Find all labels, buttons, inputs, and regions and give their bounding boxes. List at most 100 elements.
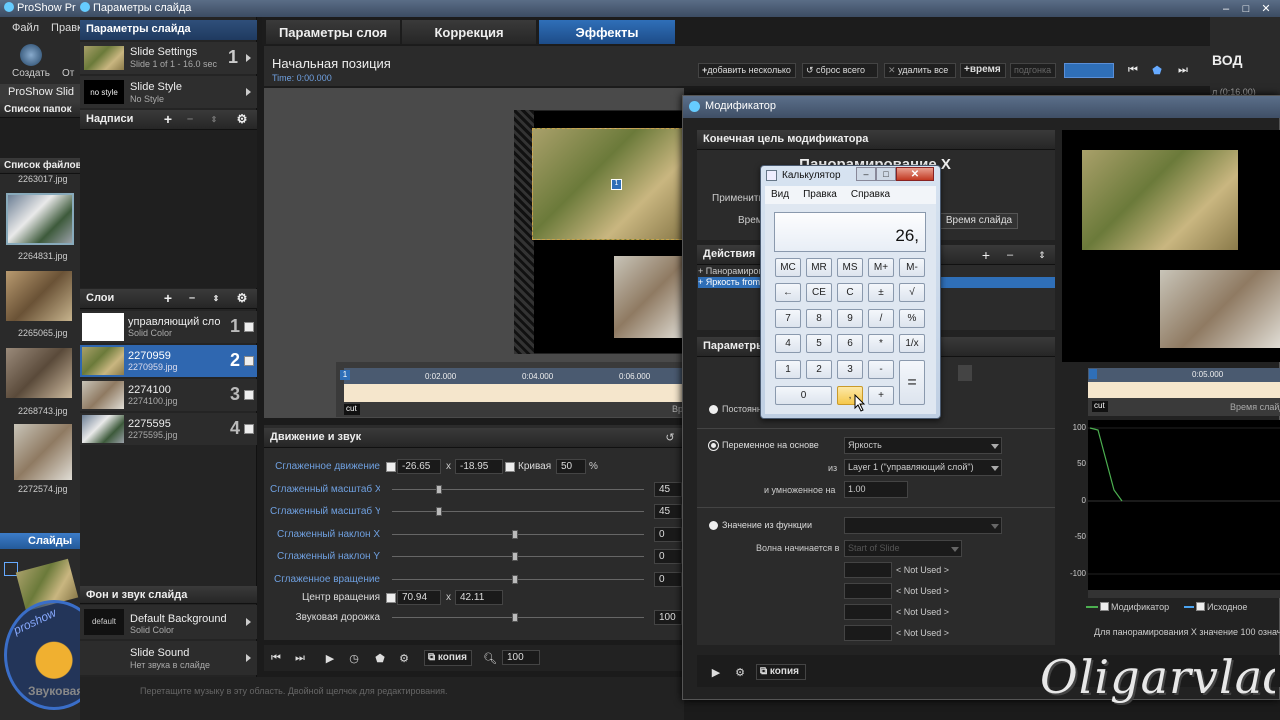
scale-y-input[interactable]: 45 (654, 504, 682, 519)
close-button[interactable]: ✕ (1258, 0, 1274, 17)
scale-x-input[interactable]: 45 (654, 482, 682, 497)
remove-action-button[interactable]: – (1002, 247, 1018, 263)
rotate-knob[interactable] (512, 575, 518, 584)
function-param-input[interactable] (844, 604, 892, 620)
time-button[interactable]: +время (960, 63, 1006, 78)
layer-item-1[interactable]: управляющий слой Solid Color 1 (80, 311, 257, 343)
action-item[interactable]: + Яркость from (698, 277, 768, 288)
menu-edit[interactable]: Правка (51, 22, 80, 36)
calc-key-4[interactable]: 4 (775, 334, 801, 353)
skip-end-icon[interactable]: ⏭ (292, 650, 308, 666)
variable-select[interactable]: Яркость (844, 437, 1002, 454)
add-caption-button[interactable]: + (160, 111, 176, 127)
function-select[interactable] (844, 517, 1002, 534)
layer-visible-checkbox[interactable] (244, 424, 254, 434)
wave-select[interactable]: Start of Slide (844, 540, 962, 557)
action-item[interactable]: + Панорамиров (698, 266, 768, 277)
calc-key-ce[interactable]: CE (806, 283, 832, 302)
gear-icon[interactable]: ⚙ (234, 291, 250, 305)
skip-start-icon[interactable]: ⏮ (268, 650, 284, 666)
calc-key-0[interactable]: 0 (775, 386, 832, 405)
calc-key-reciprocal[interactable]: 1/x (899, 334, 925, 353)
sound-knob[interactable] (512, 613, 518, 622)
pos-y-checkbox[interactable] (505, 462, 515, 472)
calc-key-3[interactable]: 3 (837, 360, 863, 379)
reorder-caption-icon[interactable]: ⇕ (206, 112, 222, 126)
layer-visible-checkbox[interactable] (244, 356, 254, 366)
layer-item-3[interactable]: 2274100 2274100.jpg 3 (80, 379, 257, 411)
constant-radio[interactable] (709, 405, 718, 414)
calc-key-mc[interactable]: MC (775, 258, 801, 277)
calc-key-9[interactable]: 9 (837, 309, 863, 328)
tilt-y-slider[interactable] (392, 556, 644, 557)
calc-key-percent[interactable]: % (899, 309, 925, 328)
play-icon[interactable]: ▶ (708, 664, 724, 680)
layer-item-2[interactable]: 2270959 2270959.jpg 2 (80, 345, 257, 377)
scale-x-knob[interactable] (436, 485, 442, 494)
calc-key-backspace[interactable]: ← (775, 283, 801, 302)
modifier-copy-button[interactable]: ⧉ копия (756, 664, 806, 680)
file-thumb-2265065[interactable] (6, 271, 72, 321)
reorder-action-icon[interactable]: ⇕ (1034, 247, 1050, 263)
reorder-layer-icon[interactable]: ⇕ (208, 291, 224, 305)
scale-y-slider[interactable] (392, 511, 644, 512)
tilt-x-slider[interactable] (392, 534, 644, 535)
file-thumb-2272574[interactable] (14, 424, 72, 480)
layer-visible-checkbox[interactable] (244, 322, 254, 332)
pos-x-input[interactable]: -26.65 (397, 459, 441, 474)
gear-icon[interactable]: ⚙ (234, 112, 250, 126)
zoom-input[interactable]: 100 (502, 650, 540, 665)
play-icon[interactable]: ▶ (322, 650, 338, 666)
legend-source-checkbox[interactable] (1196, 602, 1205, 611)
center-checkbox[interactable] (386, 593, 396, 603)
rotate-input[interactable]: 0 (654, 572, 682, 587)
calc-key-plus[interactable]: + (868, 386, 894, 405)
calc-key-c[interactable]: C (837, 283, 863, 302)
delete-all-button[interactable]: ✕ удалить все (884, 63, 956, 78)
tab-correction[interactable]: Коррекция (402, 20, 536, 44)
function-radio[interactable] (709, 521, 718, 530)
output-label[interactable]: ВОД (1212, 52, 1280, 68)
calc-key-5[interactable]: 5 (806, 334, 832, 353)
tab-layer-params[interactable]: Параметры слоя (266, 20, 400, 44)
rotate-slider[interactable] (392, 579, 644, 580)
file-thumb-2264831[interactable] (6, 193, 74, 245)
next-keyframe-icon[interactable]: ⏭ (1174, 62, 1192, 78)
gear-icon[interactable]: ⚙ (396, 650, 412, 666)
calc-key-negate[interactable]: ± (868, 283, 894, 302)
function-param-input[interactable] (844, 583, 892, 599)
graph-scrollbar[interactable] (1088, 590, 1280, 598)
folders-list[interactable] (0, 118, 80, 158)
tab-effects[interactable]: Эффекты (539, 20, 675, 44)
modifier-track[interactable] (1088, 382, 1280, 398)
calc-key-6[interactable]: 6 (837, 334, 863, 353)
calc-key-mr[interactable]: MR (806, 258, 832, 277)
calc-key-ms[interactable]: MS (837, 258, 863, 277)
scale-x-slider[interactable] (392, 489, 644, 490)
view-toggle[interactable] (1064, 63, 1114, 78)
slide-style-item[interactable]: no style Slide Style No Style (80, 76, 257, 108)
layer-center-marker[interactable]: 1 (611, 179, 622, 190)
calc-minimize-button[interactable]: – (856, 167, 876, 181)
remove-caption-button[interactable]: – (182, 112, 198, 126)
timeline-marker[interactable]: 1 (340, 370, 350, 380)
slide-settings-item[interactable]: Slide Settings Slide 1 of 1 - 16.0 sec 1 (80, 42, 257, 74)
layer-preview-bird[interactable] (532, 128, 684, 240)
add-layer-button[interactable]: + (160, 290, 176, 306)
slide-time-button[interactable]: Время слайда (940, 213, 1018, 229)
calc-key-divide[interactable]: / (868, 309, 894, 328)
calc-key-multiply[interactable]: * (868, 334, 894, 353)
marker-icon[interactable]: ⬟ (372, 650, 388, 666)
keyframe-marker-icon[interactable]: ⬟ (1148, 62, 1166, 78)
taskbar-app-proshow[interactable]: ProShow Pro (4, 2, 76, 16)
captions-list[interactable] (80, 130, 257, 288)
tilt-x-input[interactable]: 0 (654, 527, 682, 542)
calc-key-8[interactable]: 8 (806, 309, 832, 328)
calc-key-1[interactable]: 1 (775, 360, 801, 379)
legend-modifier-checkbox[interactable] (1100, 602, 1109, 611)
layer-visible-checkbox[interactable] (244, 390, 254, 400)
file-thumb-2268743[interactable] (6, 348, 72, 398)
sound-item[interactable]: Slide Sound Нет звука в слайде (80, 641, 257, 675)
maximize-button[interactable]: □ (1238, 0, 1254, 17)
create-icon[interactable] (20, 44, 42, 66)
